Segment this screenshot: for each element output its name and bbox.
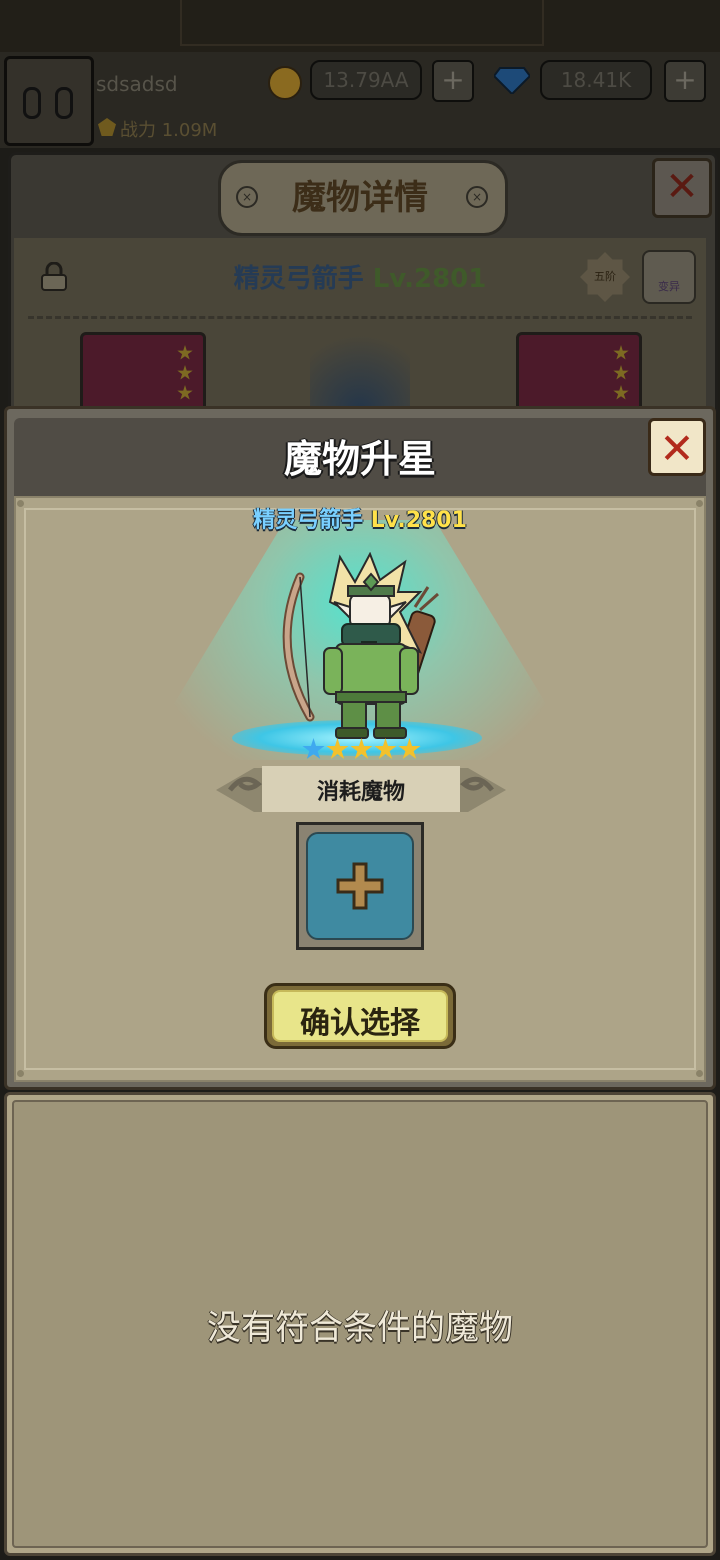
combat-power: 战力 1.09M (120, 120, 218, 141)
gem-amount: 18.41K (540, 60, 652, 100)
avatar-eye-left (23, 87, 41, 119)
empty-list-message: 没有符合条件的魔物 (207, 1308, 513, 1348)
detail-monster-level: Lv.2801 (372, 264, 487, 294)
coin-icon (268, 66, 302, 100)
bolt-icon (696, 1070, 703, 1077)
star-icon (302, 738, 325, 759)
star-icon (398, 738, 421, 759)
star-icon (326, 738, 349, 759)
star-icon (177, 345, 193, 360)
elf-archer-sprite (282, 552, 439, 739)
star-icon (374, 738, 397, 759)
detail-monster-name-text: 精灵弓箭手 (233, 264, 364, 294)
star-icon (177, 385, 193, 400)
avatar-eye-right (55, 87, 73, 119)
diamond-icon (494, 67, 530, 94)
add-gems-button[interactable]: + (664, 60, 706, 102)
detail-glow (310, 316, 410, 410)
monster-level: Lv.2801 (370, 508, 467, 533)
star-icon (613, 385, 629, 400)
dialog-title: 魔物升星 (283, 437, 436, 481)
username: sdsadsd (96, 72, 178, 96)
add-gold-button[interactable]: + (432, 60, 474, 102)
star-icon (613, 365, 629, 380)
star-icon (613, 345, 629, 360)
plus-icon[interactable] (306, 832, 414, 940)
mutate-button[interactable]: 变异 (642, 250, 696, 304)
gold-amount: 13.79AA (310, 60, 422, 100)
top-ornament (180, 0, 544, 46)
star-icon (177, 365, 193, 380)
monster-name: 精灵弓箭手 Lv.2801 (0, 502, 720, 534)
detail-title: 魔物详情 (292, 178, 428, 218)
star-rating (302, 738, 422, 762)
monster-name-text: 精灵弓箭手 (253, 508, 364, 533)
confirm-button[interactable]: 确认选择 (264, 998, 456, 1042)
star-icon (350, 738, 373, 759)
dialog-close-button[interactable]: ✕ (648, 418, 706, 476)
avatar[interactable] (4, 56, 94, 146)
bolt-icon (17, 1070, 24, 1077)
consume-label: 消耗魔物 (316, 780, 405, 805)
rank-badge[interactable]: 五阶 (580, 252, 630, 302)
detail-close-button[interactable]: ✕ (652, 158, 712, 218)
